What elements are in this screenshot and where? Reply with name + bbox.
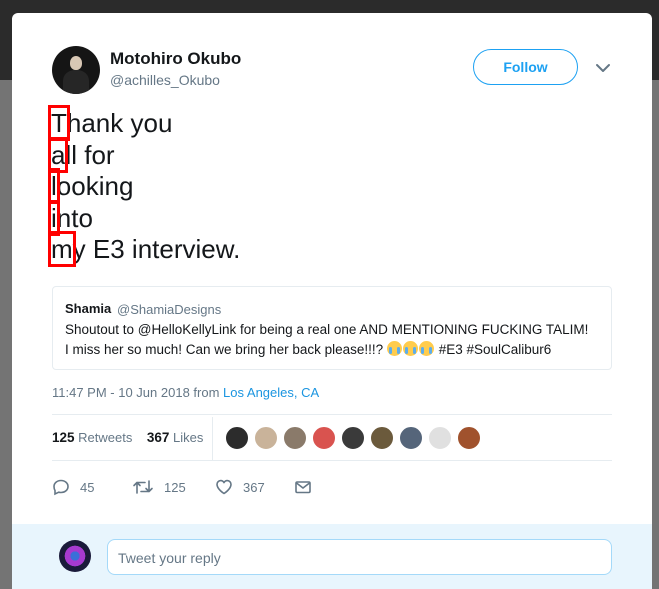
retweet-icon [133, 480, 153, 494]
like-count: 367 [243, 479, 265, 495]
tweet-modal: Motohiro Okubo @achilles_Okubo Follow Th… [12, 13, 652, 589]
loudly-crying-face-icon [418, 341, 434, 356]
liker-avatar[interactable] [341, 426, 365, 450]
heart-icon [216, 479, 232, 495]
retweet-count: 125 [164, 479, 186, 495]
likes-label[interactable]: Likes [173, 430, 203, 445]
follow-button[interactable]: Follow [473, 49, 578, 85]
loudly-crying-face-icon [402, 341, 418, 356]
liker-avatar[interactable] [428, 426, 452, 450]
reply-bar: Tweet your reply [12, 524, 652, 589]
liker-avatar[interactable] [225, 426, 249, 450]
highlighted-letter: a [47, 136, 69, 173]
tweet-time: 11:47 PM - 10 Jun 2018 from [52, 385, 220, 400]
tweet-line: my E3 interview. [48, 231, 611, 267]
like-action[interactable]: 367 [215, 478, 265, 496]
current-user-avatar [59, 540, 91, 572]
tweet-timestamp: 11:47 PM - 10 Jun 2018 from Los Angeles,… [52, 385, 319, 400]
loudly-crying-face-icon [386, 341, 402, 356]
tweet-line: into [48, 199, 611, 236]
highlighted-letter: m [48, 231, 76, 267]
tweet-actions: 45 125 367 [52, 478, 352, 498]
reply-icon [53, 479, 69, 496]
tweet-line-rest: hank you [66, 108, 173, 138]
quoted-tweet-text: Shoutout to @HelloKellyLink for being a … [65, 320, 610, 360]
quoted-text-line2: I miss her so much! Can we bring her bac… [65, 342, 384, 357]
author-handle[interactable]: @achilles_Okubo [110, 72, 220, 88]
reply-action[interactable]: 45 [52, 478, 94, 496]
tweet-location-link[interactable]: Los Angeles, CA [223, 385, 319, 400]
liker-avatar[interactable] [370, 426, 394, 450]
stats-divider [212, 417, 213, 461]
tweet-line: looking [48, 168, 611, 204]
liker-avatar[interactable] [283, 426, 307, 450]
author-avatar[interactable] [52, 46, 100, 94]
tweet-text: Thank you all for looking into my E3 int… [47, 105, 611, 267]
quoted-text-line1: Shoutout to @HelloKellyLink for being a … [65, 322, 589, 337]
likes-count[interactable]: 367 [147, 430, 170, 445]
retweets-count[interactable]: 125 [52, 430, 75, 445]
tweet-line-rest: y E3 interview. [72, 234, 241, 264]
highlighted-letter: T [48, 105, 70, 141]
direct-message-action[interactable] [294, 478, 312, 496]
tweet-line: all for [47, 136, 611, 173]
retweet-action[interactable]: 125 [132, 478, 186, 496]
quoted-author-name: Shamia [65, 301, 112, 316]
liker-avatar[interactable] [457, 426, 481, 450]
quoted-tweet[interactable]: Shamia @ShamiaDesigns Shoutout to @Hello… [52, 286, 612, 370]
envelope-icon [295, 481, 311, 494]
reply-count: 45 [80, 479, 95, 495]
divider [52, 414, 612, 415]
liker-avatar[interactable] [312, 426, 336, 450]
quoted-author-handle: @ShamiaDesigns [117, 302, 222, 317]
liker-avatar[interactable] [399, 426, 423, 450]
tweet-line-rest: ll for [65, 139, 115, 170]
author-name[interactable]: Motohiro Okubo [110, 49, 241, 69]
liker-avatar[interactable] [254, 426, 278, 450]
tweet-line: Thank you [48, 105, 611, 141]
tweet-stats: 125 Retweets 367 Likes [52, 430, 203, 445]
tweet-line-rest: ooking [56, 171, 134, 201]
chevron-down-icon[interactable] [594, 61, 612, 75]
tweet-line-rest: nto [56, 202, 93, 233]
reply-input[interactable]: Tweet your reply [107, 539, 612, 575]
retweets-label[interactable]: Retweets [78, 430, 132, 445]
divider [52, 460, 612, 461]
quoted-hashtags: #E3 #SoulCalibur6 [438, 342, 552, 357]
